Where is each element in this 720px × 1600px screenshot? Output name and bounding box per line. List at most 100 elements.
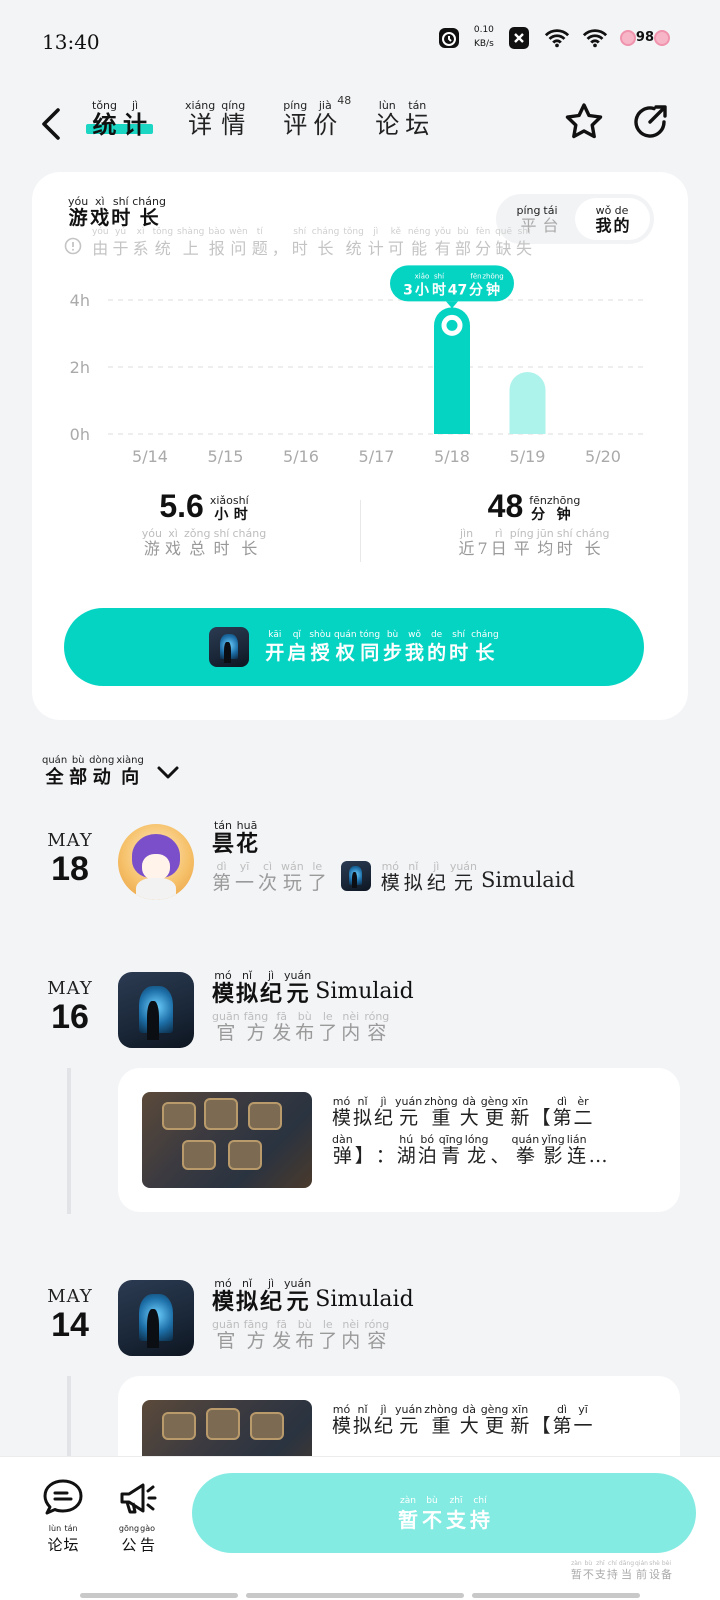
user-avatar[interactable] — [118, 824, 194, 900]
feed-day: 18 — [51, 850, 89, 888]
ruby-char: mó 模 — [212, 1278, 234, 1313]
ruby-char: gèng 更 — [481, 1096, 509, 1128]
english-name: Simulaid — [481, 867, 575, 892]
hanzi: 一 — [235, 872, 255, 894]
game-name[interactable]: mó 模 nǐ 拟 jì 纪 yuán 元 Simulaid — [212, 1278, 414, 1313]
game-name[interactable]: mó 模 nǐ 拟 jì 纪 yuán 元 Simulaid — [212, 970, 414, 1005]
post-card[interactable]: mó 模 nǐ 拟 jì 纪 yuán 元 zhòng 重 dà 大 gèng 更 xīn 新【dì 第 èr 二 … — [118, 1068, 680, 1212]
hanzi: 大 — [459, 1107, 479, 1129]
feed-activity: dì 第 yī 一 cì 次 wán 玩 le 了 mó 模 nǐ 拟 jì 纪 yuán 元 Simulaid — [212, 861, 575, 893]
hanzi: 7 — [477, 539, 488, 558]
wifi-icon — [582, 25, 608, 51]
hanzi: 容 — [367, 1330, 387, 1352]
favorite-button[interactable] — [562, 100, 606, 144]
hanzi: 拟 — [236, 1289, 259, 1315]
hanzi: 动 — [92, 767, 111, 788]
battery-level: 98 — [635, 30, 654, 45]
tab-reviews[interactable]: píng 评 jià 价 48 — [283, 94, 351, 137]
feed-month: MAY — [47, 830, 93, 851]
x-tick-label: 5/15 — [208, 447, 244, 466]
feed-date: MAY 16 — [42, 978, 98, 1036]
hanzi: 重 — [431, 1415, 451, 1437]
post-title-line: mó 模 nǐ 拟 jì 纪 yuán 元 zhòng 重 dà 大 gèng 更 xīn 新【dì 第 èr 二 — [332, 1096, 652, 1128]
hanzi: 情 — [221, 111, 246, 139]
ruby-char: yuán 元 — [450, 861, 477, 893]
ruby-char: shí 时 — [233, 495, 249, 522]
tooltip-pinyin: fēn — [470, 272, 481, 280]
game-link[interactable]: mó 模 nǐ 拟 jì 纪 yuán 元 Simulaid — [381, 861, 575, 893]
unsupported-button[interactable]: zàn 暂 bù 不 zhī 支 chí 持 — [192, 1473, 696, 1553]
hanzi: 纪 — [260, 1289, 283, 1315]
ruby-char: fāng 方 — [244, 1319, 269, 1351]
announce-button[interactable]: gōng 公 gào 告 — [112, 1477, 162, 1553]
ruby-char: yī 一 — [573, 1404, 592, 1436]
thumb-tile — [204, 1098, 238, 1130]
hanzi: 纪 — [374, 1415, 394, 1437]
ruby-char: bù 步 — [383, 631, 402, 663]
hanzi: 评 — [283, 111, 308, 139]
tab-bar: tǒng 统 jì 计 xiáng 详 qíng 情 píng 评 jià 价 48 lùn 论 tán 坛 — [86, 94, 429, 137]
hanzi: 钟 — [556, 507, 571, 523]
ruby-char: yuán 元 — [395, 1404, 422, 1436]
ruby-char: le 了 — [318, 1011, 337, 1043]
ruby-char: èr 二 — [573, 1096, 592, 1128]
x-tick-label: 5/18 — [434, 447, 470, 466]
star-icon — [565, 103, 603, 139]
ruby-char: huā 花 — [236, 820, 258, 855]
tab-forum[interactable]: lùn 论 tán 坛 — [375, 100, 429, 137]
feed-filter[interactable]: quán 全 bù 部 dòng 动 xiàng 向 — [42, 756, 180, 787]
hanzi: 花 — [236, 831, 259, 857]
back-button[interactable] — [38, 106, 66, 142]
ruby-char: xīn 新 — [510, 1404, 529, 1436]
hanzi: 布 — [295, 1022, 315, 1044]
ruby-char: jì 纪 — [374, 1096, 393, 1128]
thumb-tile — [228, 1140, 262, 1170]
ruby-char: zǒng 总 — [184, 528, 210, 557]
hanzi: 同 — [360, 642, 380, 664]
hanzi: 近 — [458, 539, 475, 558]
feed-day: 14 — [51, 1306, 89, 1344]
ruby-char: gèng 更 — [481, 1404, 509, 1436]
ruby-char: chí 持 — [607, 1561, 618, 1581]
total-playtime-label: yóu 游 xì 戏 zǒng 总 shí 时 cháng 长 — [84, 528, 324, 557]
hanzi: 、 — [490, 1145, 510, 1167]
share-button[interactable] — [628, 100, 672, 144]
game-icon — [340, 861, 371, 891]
hanzi: 均 — [537, 539, 554, 558]
hanzi: 论 — [375, 111, 400, 139]
chart-bar[interactable] — [434, 307, 470, 434]
ruby-char: dàn 弹 — [332, 1134, 353, 1166]
ruby-char: guān 官 — [212, 1319, 240, 1351]
hanzi: 官 — [216, 1022, 236, 1044]
game-avatar[interactable] — [118, 1280, 194, 1356]
ruby-char: dòng 动 — [89, 756, 114, 787]
hanzi: 时 — [556, 539, 573, 558]
forum-button[interactable]: lùn 论 tán 坛 — [38, 1477, 88, 1553]
megaphone-icon — [120, 1483, 157, 1514]
ruby-char: píng 评 — [283, 100, 307, 137]
ruby-char: shí 时 — [449, 631, 468, 663]
wifi-6-icon — [544, 25, 570, 51]
chart-bar[interactable] — [509, 372, 546, 434]
ruby-char: píng 平 — [510, 528, 534, 557]
tab-details[interactable]: xiáng 详 qíng 情 — [185, 100, 245, 137]
hanzi: 长 — [475, 642, 495, 664]
tooltip-pinyin: xiǎo — [415, 272, 430, 280]
hanzi: 设 — [649, 1568, 660, 1581]
ruby-char: qíng 情 — [221, 100, 245, 137]
hanzi: 论 — [47, 1536, 63, 1554]
hanzi: 拟 — [353, 1415, 373, 1437]
tab-stats[interactable]: tǒng 统 jì 计 — [86, 100, 153, 137]
hanzi: 拟 — [403, 872, 423, 894]
share-icon — [634, 105, 667, 138]
y-tick-label: 4h — [70, 291, 90, 310]
ruby-char: yuán 元 — [284, 1278, 311, 1313]
ruby-char: shè 设 — [649, 1561, 660, 1581]
user-name[interactable]: tán 昙 huā 花 — [212, 820, 575, 855]
ruby-char: jì 纪 — [374, 1404, 393, 1436]
game-icon — [209, 627, 250, 667]
hanzi: 时 — [213, 539, 230, 558]
sync-playtime-button[interactable]: kāi 开 qǐ 启 shòu 授 quán 权 tóng 同 bù 步 wǒ 我 de 的 shí 时 cháng… — [64, 608, 644, 686]
hanzi: 持 — [470, 1507, 490, 1532]
game-avatar[interactable] — [118, 972, 194, 1048]
